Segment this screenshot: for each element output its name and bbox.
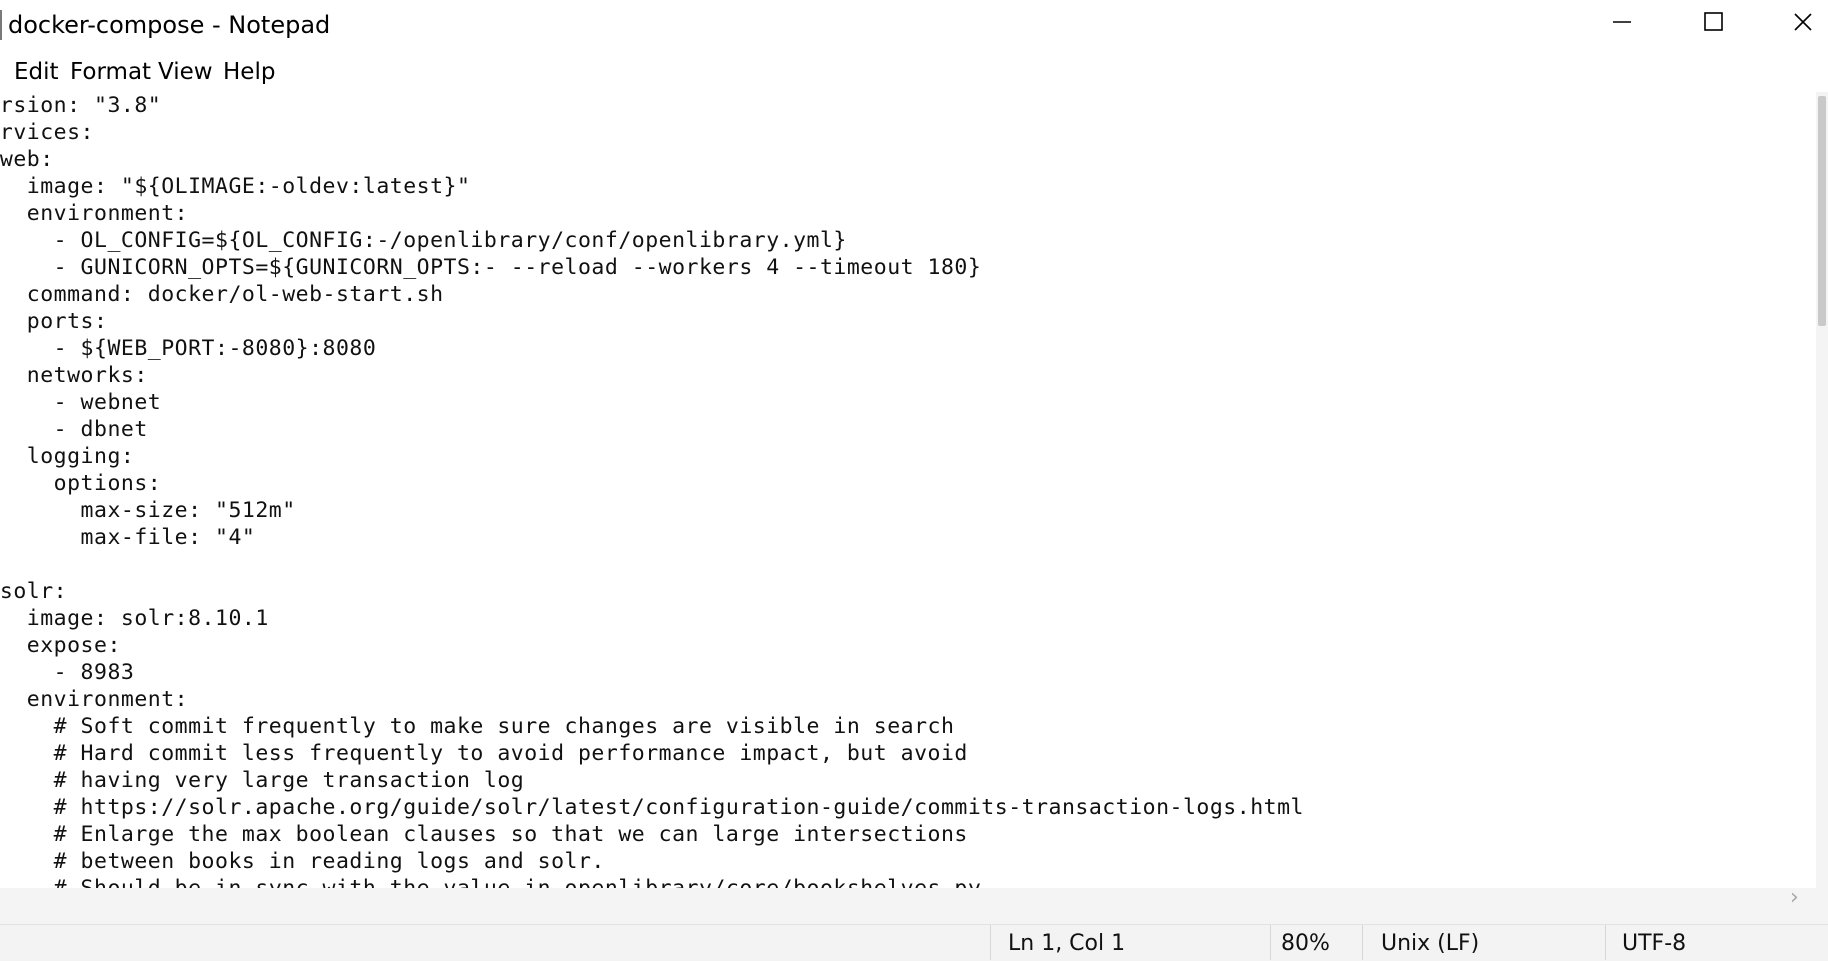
code-line: environment:	[26, 687, 189, 712]
minimize-button[interactable]	[1575, 0, 1667, 50]
status-divider	[1362, 925, 1363, 960]
encoding: UTF-8	[1622, 931, 1687, 956]
code-line: logging:	[26, 444, 135, 469]
chevron-right-icon[interactable]: ›	[1790, 885, 1799, 910]
code-line: image: solr:8.10.1	[0, 606, 269, 631]
code-line: - ${WEB_PORT:-8080}:8080	[0, 336, 377, 361]
menu-bar: Edit Format View Help	[0, 56, 1828, 93]
zoom-level: 80%	[1281, 931, 1330, 956]
close-icon	[1794, 13, 1812, 31]
code-line: networks:	[26, 363, 148, 388]
code-line: # Hard commit less frequently to avoid p…	[0, 741, 968, 766]
code-line: # having very large transaction log	[0, 768, 525, 793]
menu-help[interactable]: Help	[223, 59, 275, 85]
code-line: web:	[0, 147, 54, 172]
code-line: # Soft commit frequently to make sure ch…	[0, 714, 955, 739]
app-icon	[0, 10, 2, 40]
code-line: # Enlarge the max boolean clauses so tha…	[0, 822, 968, 847]
code-line: - OL_CONFIG=${OL_CONFIG:-/openlibrary/co…	[0, 228, 847, 253]
close-button[interactable]	[1759, 0, 1828, 50]
line-ending: Unix (LF)	[1381, 931, 1480, 956]
code-line: - webnet	[53, 390, 162, 415]
code-line: environment:	[26, 201, 189, 226]
code-line: # Should be in sync with the value in op…	[0, 875, 981, 888]
code-line: version: "3.8"	[0, 93, 162, 118]
horizontal-scrollbar[interactable]	[0, 888, 1828, 924]
cursor-position: Ln 1, Col 1	[1008, 931, 1126, 956]
status-divider	[1605, 925, 1606, 960]
code-line: solr:	[0, 579, 68, 604]
code-line: expose:	[26, 633, 121, 658]
status-divider	[990, 925, 991, 960]
title-bar: docker-compose - Notepad	[0, 0, 1828, 52]
minimize-icon	[1613, 21, 1631, 23]
code-line: # between books in reading logs and solr…	[0, 849, 605, 874]
code-line: image: "${OLIMAGE:-oldev:latest}"	[0, 174, 471, 199]
code-line: - GUNICORN_OPTS=${GUNICORN_OPTS:- --relo…	[0, 255, 982, 280]
code-line: ports:	[26, 309, 108, 334]
vertical-scrollbar-thumb[interactable]	[1818, 96, 1826, 326]
code-line: max-file: "4"	[0, 525, 256, 550]
code-line: # https://solr.apache.org/guide/solr/lat…	[0, 795, 1304, 820]
status-divider	[1270, 925, 1271, 960]
text-editor[interactable]: version: "3.8"services: web: image: "${O…	[0, 92, 1816, 888]
window-title: docker-compose - Notepad	[8, 11, 331, 39]
code-line: max-size: "512m"	[0, 498, 296, 523]
maximize-button[interactable]	[1667, 0, 1759, 50]
code-line: options:	[53, 471, 162, 496]
menu-view[interactable]: View	[158, 59, 213, 85]
code-line: command: docker/ol-web-start.sh	[0, 282, 444, 307]
code-line: - 8983	[53, 660, 135, 685]
code-line: - dbnet	[53, 417, 148, 442]
maximize-icon	[1704, 12, 1723, 31]
menu-format[interactable]: Format	[70, 59, 151, 85]
status-bar	[0, 924, 1828, 961]
code-line: services:	[0, 120, 94, 145]
menu-edit[interactable]: Edit	[14, 59, 59, 85]
